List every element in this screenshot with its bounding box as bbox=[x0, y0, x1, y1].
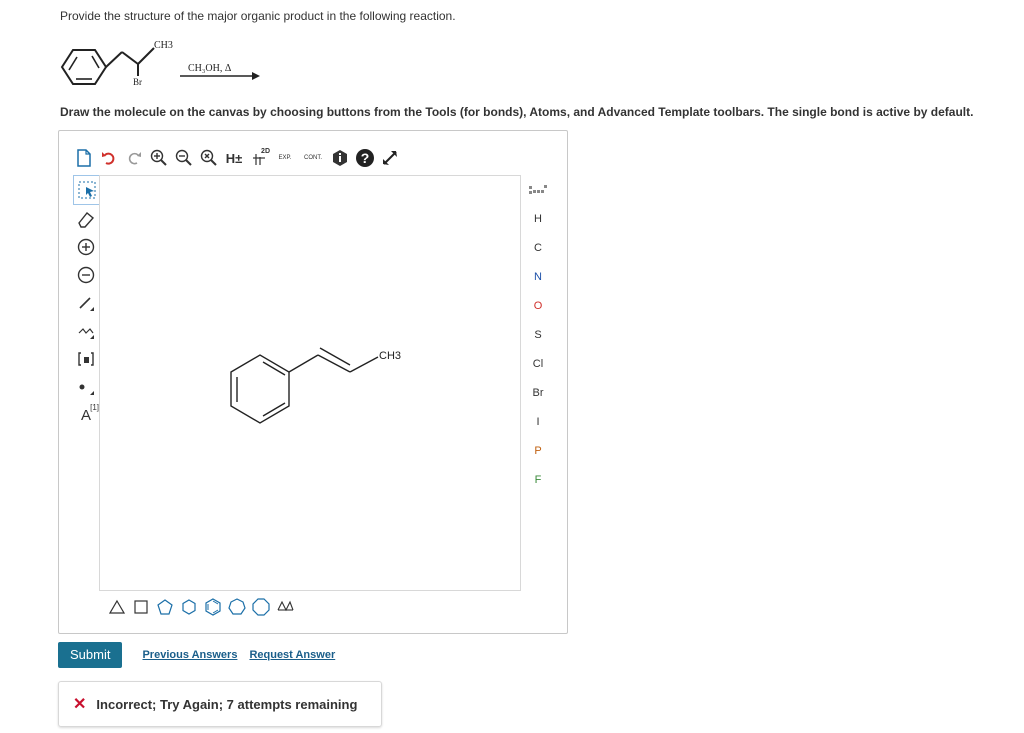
left-toolbar: A [1] bbox=[73, 175, 101, 429]
submit-button[interactable]: Submit bbox=[58, 642, 123, 668]
chair-template-icon[interactable] bbox=[273, 596, 297, 618]
cyclooctane-icon[interactable] bbox=[249, 596, 273, 618]
cyclobutane-icon[interactable] bbox=[129, 596, 153, 618]
select-tool-icon[interactable] bbox=[73, 175, 101, 205]
previous-answers-link[interactable]: Previous Answers bbox=[142, 649, 237, 661]
chain-tool-icon[interactable] bbox=[73, 317, 99, 345]
top-toolbar: H± 2D EXP. CONT. ? bbox=[73, 145, 404, 171]
methyl-label: CH3 bbox=[154, 40, 173, 51]
answer-actions: Submit Previous Answers Request Answer bbox=[58, 642, 335, 668]
drawing-canvas[interactable]: CH3 bbox=[99, 175, 521, 591]
periodic-table-icon[interactable] bbox=[523, 175, 553, 204]
expand-label: EXP. bbox=[278, 155, 292, 161]
atom-button-n[interactable]: N bbox=[523, 262, 553, 291]
bracket-tool-icon[interactable] bbox=[73, 345, 99, 373]
feedback-message: Incorrect; Try Again; 7 attempts remaini… bbox=[96, 696, 358, 712]
atom-property-icon[interactable]: A [1] bbox=[73, 401, 99, 429]
contract-icon[interactable]: CONT. bbox=[300, 147, 326, 169]
help-icon[interactable]: ? bbox=[354, 147, 376, 169]
question-text: Provide the structure of the major organ… bbox=[60, 9, 456, 23]
bromine-label: Br bbox=[133, 77, 142, 87]
canvas-methyl-label: CH3 bbox=[379, 350, 401, 362]
atom-button-f[interactable]: F bbox=[523, 465, 553, 494]
single-bond-icon[interactable] bbox=[73, 289, 99, 317]
atom-button-s[interactable]: S bbox=[523, 320, 553, 349]
cyclohexane-icon[interactable] bbox=[177, 596, 201, 618]
cycloheptane-icon[interactable] bbox=[225, 596, 249, 618]
new-document-icon[interactable] bbox=[73, 147, 95, 169]
drawn-molecule: CH3 bbox=[230, 347, 401, 424]
hydrogen-label: H± bbox=[225, 150, 243, 166]
contract-label: CONT. bbox=[304, 155, 322, 161]
benzene-icon[interactable] bbox=[201, 596, 225, 618]
template-toolbar bbox=[105, 595, 297, 619]
charge-label: [1] bbox=[90, 403, 99, 412]
reaction-scheme: CH3 Br CH₃OH, Δ bbox=[56, 34, 266, 96]
atom-button-i[interactable]: I bbox=[523, 407, 553, 436]
clean-2d-icon[interactable]: 2D bbox=[248, 147, 270, 169]
instruction-text: Draw the molecule on the canvas by choos… bbox=[60, 105, 974, 119]
eraser-icon[interactable] bbox=[73, 205, 99, 233]
atom-button-o[interactable]: O bbox=[523, 291, 553, 320]
hydrogen-toggle-icon[interactable]: H± bbox=[223, 147, 245, 169]
positive-charge-icon[interactable] bbox=[73, 233, 99, 261]
atom-button-br[interactable]: Br bbox=[523, 378, 553, 407]
atom-toolbar: H C N O S Cl Br I P F bbox=[523, 175, 553, 494]
atom-button-c[interactable]: C bbox=[523, 233, 553, 262]
clean-2d-label: 2D bbox=[261, 148, 270, 155]
zoom-out-icon[interactable] bbox=[173, 147, 195, 169]
reagent-label: CH₃OH, Δ bbox=[188, 63, 232, 74]
request-answer-link[interactable]: Request Answer bbox=[249, 649, 335, 661]
feedback-box: ✕ Incorrect; Try Again; 7 attempts remai… bbox=[58, 681, 382, 727]
reactant-structure: CH3 Br CH₃OH, Δ bbox=[60, 40, 260, 87]
fullscreen-icon[interactable] bbox=[379, 147, 401, 169]
atom-button-h[interactable]: H bbox=[523, 204, 553, 233]
radical-tool-icon[interactable] bbox=[73, 373, 99, 401]
expand-icon[interactable]: EXP. bbox=[273, 147, 297, 169]
cyclopentane-icon[interactable] bbox=[153, 596, 177, 618]
x-icon: ✕ bbox=[73, 696, 87, 713]
atom-button-p[interactable]: P bbox=[523, 436, 553, 465]
negative-charge-icon[interactable] bbox=[73, 261, 99, 289]
molecule-editor: H± 2D EXP. CONT. ? A [1] CH3 H C N O S C… bbox=[58, 130, 568, 634]
info-icon[interactable] bbox=[329, 147, 351, 169]
atom-button-cl[interactable]: Cl bbox=[523, 349, 553, 378]
zoom-in-icon[interactable] bbox=[148, 147, 170, 169]
zoom-reset-icon[interactable] bbox=[198, 147, 220, 169]
cyclopropane-icon[interactable] bbox=[105, 596, 129, 618]
undo-icon[interactable] bbox=[98, 147, 120, 169]
redo-icon[interactable] bbox=[123, 147, 145, 169]
svg-text:?: ? bbox=[361, 150, 370, 166]
